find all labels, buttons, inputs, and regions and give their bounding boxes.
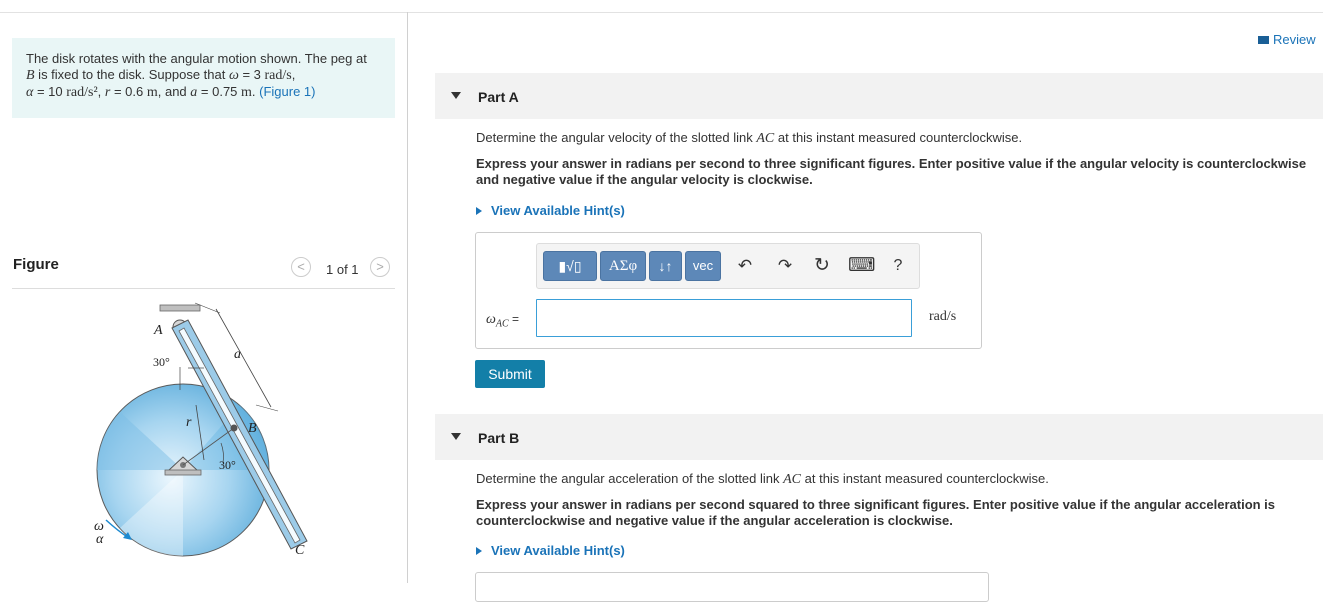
- separator-1: ,: [97, 84, 105, 99]
- omega-equals: = 3: [238, 67, 265, 82]
- question-var: AC: [783, 472, 802, 487]
- answer-input[interactable]: [536, 299, 912, 337]
- hint-label: View Available Hint(s): [491, 203, 625, 218]
- review-label: Review: [1273, 32, 1316, 47]
- next-figure-button[interactable]: >: [370, 257, 390, 277]
- answer-variable-label: ωAC =: [486, 311, 519, 330]
- disk-figure: A a 30° r B 30° C ω α: [94, 302, 308, 558]
- review-link[interactable]: Review: [1258, 32, 1316, 47]
- omega-unit: rad/s: [264, 68, 292, 83]
- submit-button[interactable]: Submit: [475, 360, 545, 388]
- figure-link[interactable]: (Figure 1): [259, 84, 315, 99]
- vec-button[interactable]: vec: [685, 251, 721, 281]
- label-a: a: [234, 347, 241, 362]
- label-A: A: [153, 323, 163, 338]
- caret-down-icon: [451, 433, 461, 440]
- label-angle-top: 30°: [153, 355, 170, 369]
- figure-header: Figure < 1 of 1 >: [12, 256, 395, 289]
- question-var: AC: [756, 131, 775, 146]
- hint-label: View Available Hint(s): [491, 543, 625, 558]
- reset-icon[interactable]: ↻: [810, 254, 834, 278]
- problem-statement: The disk rotates with the angular motion…: [12, 38, 395, 118]
- part-a-question: Determine the angular velocity of the sl…: [476, 130, 1316, 147]
- label-alpha: α: [96, 532, 104, 547]
- greek-button[interactable]: ΑΣφ: [600, 251, 646, 281]
- separator-2: , and: [157, 84, 191, 99]
- a-unit: m: [241, 85, 252, 100]
- part-a-instruction: Express your answer in radians per secon…: [476, 156, 1307, 187]
- figure-title: Figure: [13, 256, 59, 273]
- comma: ,: [291, 67, 296, 82]
- problem-line-2: is fixed to the disk. Suppose that: [34, 67, 229, 82]
- part-a-header[interactable]: Part A: [435, 73, 1323, 119]
- label-angle-bottom: 30°: [219, 458, 236, 472]
- part-a-hint-link[interactable]: View Available Hint(s): [476, 203, 625, 218]
- part-b-answer-box: [475, 572, 989, 602]
- math-toolbar: ▮√▯ ΑΣφ ↓↑ vec ↶ ↷ ↻ ⌨ ?: [536, 243, 920, 289]
- equals-sign: =: [508, 312, 520, 326]
- var-B: B: [26, 68, 35, 83]
- part-b-label: Part B: [478, 430, 520, 446]
- part-a-label: Part A: [478, 89, 519, 105]
- vec-label: vec: [692, 258, 714, 273]
- redo-icon[interactable]: ↷: [773, 254, 797, 278]
- keyboard-icon[interactable]: ⌨: [848, 254, 875, 278]
- prev-figure-button[interactable]: <: [291, 257, 311, 277]
- a-equals: = 0.75: [197, 84, 242, 99]
- help-icon[interactable]: ?: [886, 254, 910, 278]
- updown-button[interactable]: ↓↑: [649, 251, 682, 281]
- triangle-right-icon: [476, 207, 482, 215]
- figure-pager-text: 1 of 1: [326, 262, 359, 277]
- book-icon: [1258, 36, 1269, 44]
- caret-down-icon: [451, 92, 461, 99]
- question-text-end: at this instant measured counterclockwis…: [801, 471, 1049, 486]
- question-text: Determine the angular acceleration of th…: [476, 471, 784, 486]
- label-B: B: [248, 421, 257, 436]
- column-divider: [407, 12, 408, 583]
- updown-icon: ↓↑: [658, 258, 673, 274]
- greek-icon: ΑΣφ: [608, 258, 638, 274]
- triangle-right-icon: [476, 547, 482, 555]
- part-b-hint-link[interactable]: View Available Hint(s): [476, 543, 625, 558]
- templates-icon: ▮√▯: [558, 258, 582, 274]
- label-C: C: [295, 543, 305, 558]
- r-unit: m: [146, 85, 158, 100]
- part-b-header[interactable]: Part B: [435, 414, 1323, 460]
- r-equals: = 0.6: [110, 84, 147, 99]
- alpha-equals: = 10: [33, 84, 67, 99]
- part-b-question: Determine the angular acceleration of th…: [476, 471, 1316, 488]
- templates-button[interactable]: ▮√▯: [543, 251, 597, 281]
- problem-line-1: The disk rotates with the angular motion…: [26, 51, 367, 66]
- question-text-end: at this instant measured counterclockwis…: [774, 130, 1023, 145]
- top-divider: [0, 12, 1323, 13]
- unit-label: rad/s: [929, 309, 957, 324]
- omega-var: ω: [486, 312, 496, 327]
- part-b-instruction: Express your answer in radians per secon…: [476, 497, 1276, 528]
- undo-icon[interactable]: ↶: [733, 254, 757, 278]
- label-r: r: [186, 415, 192, 430]
- var-subscript: AC: [495, 318, 509, 330]
- question-text: Determine the angular velocity of the sl…: [476, 130, 757, 145]
- omega-symbol: ω: [228, 68, 239, 83]
- alpha-unit: rad/s²: [66, 85, 98, 100]
